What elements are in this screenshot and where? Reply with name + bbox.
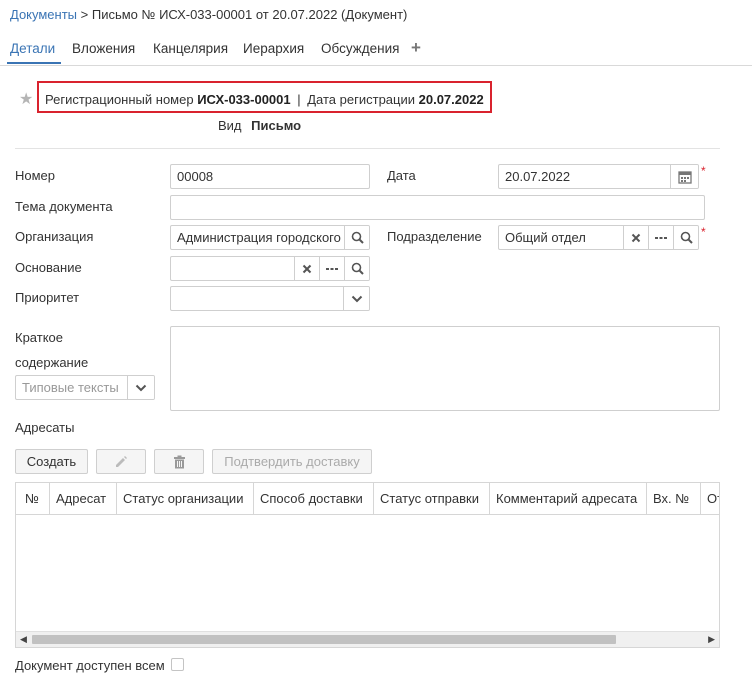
public-access-label: Документ доступен всем: [15, 658, 165, 673]
date-field[interactable]: 20.07.2022: [498, 164, 699, 189]
priority-select[interactable]: [170, 286, 370, 311]
table-header: № Адресат Статус организации Способ дост…: [16, 483, 719, 515]
kind-label: Вид: [218, 118, 242, 133]
scrollbar-thumb[interactable]: [32, 635, 616, 644]
tab-office[interactable]: Канцелярия: [153, 41, 228, 56]
basis-search-icon[interactable]: [344, 257, 369, 280]
division-search-icon[interactable]: [673, 226, 698, 249]
breadcrumb: Документы > Письмо № ИСХ-033-00001 от 20…: [10, 7, 407, 22]
column-send-status[interactable]: Статус отправки: [374, 483, 490, 514]
number-field[interactable]: 00008: [170, 164, 370, 189]
basis-field[interactable]: [170, 256, 370, 281]
calendar-icon[interactable]: [670, 165, 698, 188]
reg-number-value: ИСХ-033-00001: [197, 92, 291, 107]
header-divider: [15, 148, 720, 149]
organization-value: Администрация городского: [177, 230, 341, 245]
summary-label-line1: Краткое: [15, 330, 63, 345]
basis-label: Основание: [15, 260, 82, 275]
tab-hierarchy[interactable]: Иерархия: [243, 41, 304, 56]
division-clear-icon[interactable]: [623, 226, 648, 249]
priority-chevron-down-icon[interactable]: [343, 287, 369, 310]
tab-discussions[interactable]: Обсуждения: [321, 41, 399, 56]
reg-date-value: 20.07.2022: [418, 92, 484, 107]
tab-details[interactable]: Детали: [10, 41, 55, 56]
public-access-checkbox[interactable]: [171, 658, 184, 671]
template-texts-chevron-down-icon[interactable]: [127, 376, 154, 399]
organization-field[interactable]: Администрация городского: [170, 225, 370, 250]
organization-search-icon[interactable]: [344, 226, 369, 249]
priority-label: Приоритет: [15, 290, 80, 305]
tab-bar: Детали Вложения Канцелярия Иерархия Обсу…: [0, 36, 752, 66]
date-label: Дата: [387, 168, 416, 183]
breadcrumb-separator: >: [80, 7, 89, 22]
subject-label: Тема документа: [15, 199, 113, 214]
scroll-left-arrow-icon[interactable]: ◀: [20, 634, 27, 645]
subject-field[interactable]: [170, 195, 705, 220]
division-required-mark: *: [701, 225, 706, 239]
document-kind: Вид Письмо: [218, 118, 301, 133]
reg-number-label: Регистрационный номер: [45, 92, 194, 107]
organization-label: Организация: [15, 229, 94, 244]
table-horizontal-scrollbar[interactable]: ◀ ▶: [16, 631, 719, 647]
number-value: 00008: [177, 169, 214, 184]
create-addressee-button[interactable]: Создать: [15, 449, 88, 474]
division-more-icon[interactable]: [648, 226, 673, 249]
tab-attachments[interactable]: Вложения: [72, 41, 135, 56]
column-from[interactable]: От: [701, 483, 719, 514]
basis-clear-icon[interactable]: [294, 257, 319, 280]
trash-icon: [173, 455, 186, 469]
scroll-right-arrow-icon[interactable]: ▶: [708, 634, 715, 645]
breadcrumb-current: Письмо № ИСХ-033-00001 от 20.07.2022 (До…: [91, 7, 408, 22]
addressees-label: Адресаты: [15, 420, 75, 435]
column-addressee[interactable]: Адресат: [50, 483, 117, 514]
division-field[interactable]: Общий отдел: [498, 225, 699, 250]
column-addressee-comment[interactable]: Комментарий адресата: [490, 483, 647, 514]
add-tab-icon[interactable]: +: [411, 38, 421, 58]
confirm-delivery-button[interactable]: Подтвердить доставку: [212, 449, 372, 474]
breadcrumb-documents-link[interactable]: Документы: [10, 7, 77, 22]
delete-addressee-button[interactable]: [154, 449, 204, 474]
registration-info: Регистрационный номер ИСХ-033-00001 | Да…: [45, 92, 484, 107]
division-label: Подразделение: [387, 229, 482, 244]
reg-divider: |: [297, 92, 301, 107]
basis-more-icon[interactable]: [319, 257, 344, 280]
date-required-mark: *: [701, 164, 706, 178]
active-tab-indicator: [7, 62, 61, 64]
summary-label-line2: содержание: [15, 355, 89, 370]
column-org-status[interactable]: Статус организации: [117, 483, 254, 514]
addressees-table: № Адресат Статус организации Способ дост…: [15, 482, 720, 648]
summary-textarea[interactable]: [170, 326, 720, 411]
reg-date-label: Дата регистрации: [307, 92, 415, 107]
edit-addressee-button[interactable]: [96, 449, 146, 474]
template-texts-select[interactable]: Типовые тексты: [15, 375, 155, 400]
pencil-icon: [114, 455, 128, 469]
column-number[interactable]: №: [16, 483, 50, 514]
date-value: 20.07.2022: [505, 169, 571, 184]
column-incoming-number[interactable]: Вх. №: [647, 483, 701, 514]
template-texts-placeholder: Типовые тексты: [22, 380, 119, 395]
kind-value: Письмо: [251, 118, 302, 133]
column-delivery-method[interactable]: Способ доставки: [254, 483, 374, 514]
division-value: Общий отдел: [505, 230, 586, 245]
number-label: Номер: [15, 168, 56, 183]
favorite-star-icon[interactable]: ★: [19, 89, 33, 109]
